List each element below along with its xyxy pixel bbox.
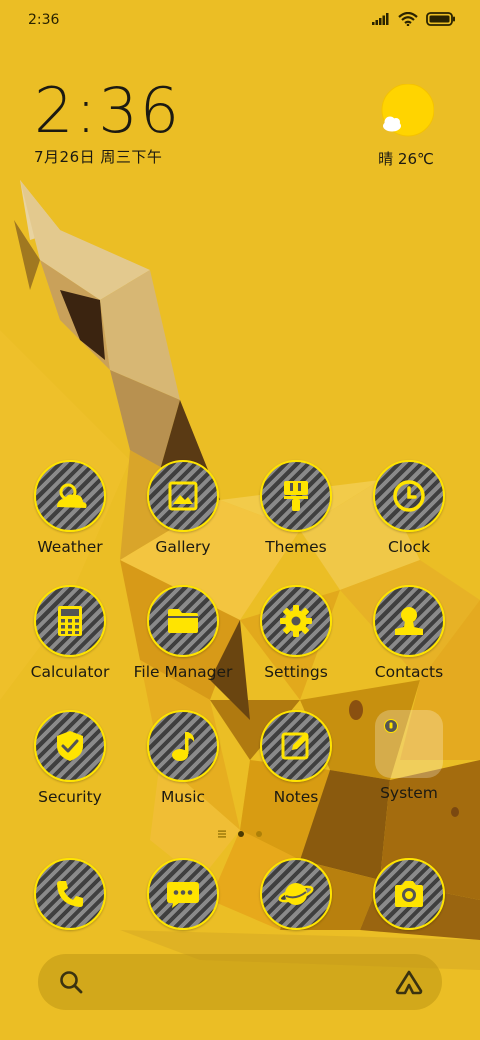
messages-icon <box>147 858 219 930</box>
calculator-icon <box>34 585 106 657</box>
app-label: File Manager <box>133 663 233 681</box>
clock-time: 2:36 <box>34 74 182 147</box>
page-dot-2[interactable] <box>256 831 262 837</box>
app-label: Gallery <box>155 538 211 556</box>
battery-icon <box>426 12 455 26</box>
app-notes[interactable]: Notes <box>241 710 351 806</box>
gallery-icon <box>147 460 219 532</box>
clock-icon <box>373 460 445 532</box>
page-indicator <box>0 830 480 838</box>
home-screen: 2:36 2:36 7月26日 周三下午 晴 26℃ Weather Galle… <box>0 0 480 1040</box>
app-label: Music <box>160 788 206 806</box>
app-label: System <box>380 784 438 802</box>
app-label: Weather <box>37 538 103 556</box>
signal-icon <box>372 13 389 25</box>
dock-camera[interactable] <box>354 858 464 930</box>
status-bar: 2:36 <box>0 0 480 42</box>
weather-icon <box>34 460 106 532</box>
app-label: Settings <box>264 663 328 681</box>
gear-icon <box>260 585 332 657</box>
app-themes[interactable]: Themes <box>241 460 351 556</box>
clock-date: 7月26日 周三下午 <box>34 148 163 166</box>
app-contacts[interactable]: Contacts <box>354 585 464 681</box>
app-label: Clock <box>387 538 431 556</box>
app-music[interactable]: Music <box>128 710 238 806</box>
app-label: Notes <box>273 788 319 806</box>
shield-icon <box>34 710 106 782</box>
app-settings[interactable]: Settings <box>241 585 351 681</box>
page-dot-1[interactable] <box>238 831 244 837</box>
menu-lines-icon[interactable] <box>218 830 226 838</box>
clock-widget[interactable]: 2:36 7月26日 周三下午 <box>34 78 181 167</box>
notes-icon <box>260 710 332 782</box>
sunny-cloud-icon <box>381 84 434 137</box>
status-time: 2:36 <box>28 12 60 28</box>
weather-text: 晴 26℃ <box>378 150 434 168</box>
dock-messages[interactable] <box>128 858 238 930</box>
weather-widget[interactable]: 晴 26℃ <box>366 84 446 169</box>
app-label: Contacts <box>374 663 444 681</box>
phone-icon <box>34 858 106 930</box>
dock-phone[interactable] <box>15 858 125 930</box>
app-calculator[interactable]: Calculator <box>15 585 125 681</box>
music-note-icon <box>147 710 219 782</box>
app-gallery[interactable]: Gallery <box>128 460 238 556</box>
search-icon[interactable] <box>58 969 84 995</box>
app-system-folder[interactable]: System <box>354 710 464 802</box>
folder-icon <box>375 710 443 778</box>
folder-icon <box>147 585 219 657</box>
dock-browser[interactable] <box>241 858 351 930</box>
app-label: Calculator <box>30 663 110 681</box>
assistant-icon[interactable] <box>394 969 424 995</box>
app-label: Themes <box>265 538 327 556</box>
themes-icon <box>260 460 332 532</box>
camera-icon <box>373 858 445 930</box>
contacts-icon <box>373 585 445 657</box>
app-clock[interactable]: Clock <box>354 460 464 556</box>
app-file-manager[interactable]: File Manager <box>128 585 238 681</box>
app-label: Security <box>38 788 102 806</box>
wifi-icon <box>398 12 418 26</box>
app-security[interactable]: Security <box>15 710 125 806</box>
search-bar[interactable] <box>38 954 442 1010</box>
browser-planet-icon <box>260 858 332 930</box>
app-weather[interactable]: Weather <box>15 460 125 556</box>
